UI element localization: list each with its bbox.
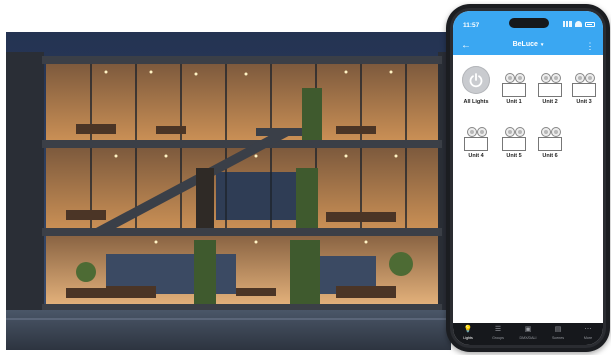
app-title-text: BeLuce — [512, 41, 538, 48]
tab-groups[interactable]: ☰ Groups — [483, 323, 513, 345]
tab-label: More — [583, 336, 593, 340]
app-title[interactable]: BeLuce ▾ — [453, 41, 603, 48]
tab-label: Groups — [492, 336, 504, 340]
share-icon: ⋯ — [584, 326, 592, 333]
tab-label: Lights — [463, 336, 473, 340]
building-illustration — [6, 32, 451, 350]
tab-scenes[interactable]: ▤ Scenes — [543, 323, 573, 345]
tab-lights[interactable]: 💡 Lights — [453, 323, 483, 345]
tile-label: Unit 2 — [542, 99, 558, 105]
status-icons — [563, 21, 595, 27]
tab-label: DMX/DALI — [519, 336, 537, 340]
marketing-composite: 11:57 ← BeLuce ▾ ⋮ All Lights Unit 1 Uni… — [0, 0, 611, 355]
tile-label: Unit 3 — [576, 99, 592, 105]
tile-all-lights[interactable]: All Lights — [457, 59, 495, 107]
tile-label: All Lights — [463, 99, 489, 105]
chevron-down-icon: ▾ — [540, 42, 544, 48]
tab-dmx-dali[interactable]: ▣ DMX/DALI — [513, 323, 543, 345]
phone-bezel: 11:57 ← BeLuce ▾ ⋮ All Lights Unit 1 Uni… — [450, 8, 606, 348]
bulb-icon: 💡 — [463, 326, 473, 333]
phone-mockup: 11:57 ← BeLuce ▾ ⋮ All Lights Unit 1 Uni… — [446, 4, 610, 352]
status-bar: 11:57 — [453, 11, 603, 37]
battery-icon — [585, 21, 595, 27]
tile-unit-4[interactable]: Unit 4 — [457, 113, 495, 161]
more-vert-icon[interactable]: ⋮ — [583, 39, 597, 53]
tile-label: Unit 1 — [506, 99, 522, 105]
phone-screen: 11:57 ← BeLuce ▾ ⋮ All Lights Unit 1 Uni… — [453, 11, 603, 345]
tile-unit-3[interactable]: Unit 3 — [565, 59, 603, 107]
tab-label: Scenes — [552, 336, 564, 340]
status-time: 11:57 — [463, 22, 480, 29]
tile-label: Unit 4 — [468, 153, 484, 159]
tile-label: Unit 6 — [542, 153, 558, 159]
bottom-tab-bar: 💡 Lights ☰ Groups ▣ DMX/DALI ▤ Scenes ⋯ … — [453, 323, 603, 345]
signal-icon — [563, 21, 572, 27]
tile-unit-1[interactable]: Unit 1 — [495, 59, 533, 107]
dmx-icon: ▣ — [524, 326, 532, 333]
tile-unit-2[interactable]: Unit 2 — [531, 59, 569, 107]
dynamic-island — [509, 18, 549, 28]
wifi-icon — [575, 21, 582, 27]
tab-more[interactable]: ⋯ More — [573, 323, 603, 345]
lights-grid: All Lights Unit 1 Unit 2 Unit 3 Unit 4 U… — [453, 55, 603, 325]
scenes-icon: ▤ — [554, 326, 562, 333]
tile-unit-6[interactable]: Unit 6 — [531, 113, 569, 161]
tile-label: Unit 5 — [506, 153, 522, 159]
groups-icon: ☰ — [494, 326, 502, 333]
app-bar: ← BeLuce ▾ ⋮ — [453, 37, 603, 55]
tile-unit-5[interactable]: Unit 5 — [495, 113, 533, 161]
power-icon — [462, 66, 490, 94]
